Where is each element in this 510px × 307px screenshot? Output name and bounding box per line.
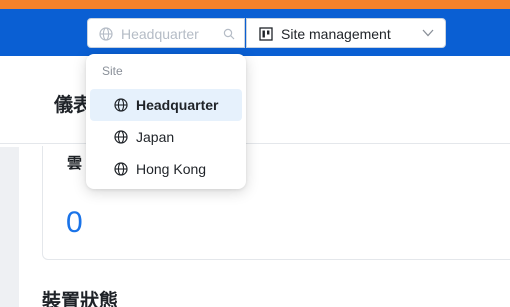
board-icon — [259, 27, 273, 41]
chevron-down-icon — [422, 29, 434, 37]
site-option-hong-kong[interactable]: Hong Kong — [90, 153, 242, 185]
stat-card-title: 雲 — [67, 155, 83, 172]
site-option-label: Japan — [136, 129, 175, 145]
site-option-label: Headquarter — [136, 97, 219, 113]
site-selector-placeholder: Headquarter — [121, 26, 199, 42]
dropdown-group-label: Site — [102, 64, 123, 78]
stat-card-value: 0 — [66, 206, 83, 239]
header-divider — [0, 143, 510, 144]
site-dropdown-menu: Site Headquarter Japan Hong Kong — [86, 54, 246, 189]
globe-icon — [99, 27, 113, 41]
site-option-label: Hong Kong — [136, 161, 207, 177]
site-selector[interactable]: Headquarter — [87, 18, 245, 48]
module-selector[interactable]: Site management — [246, 18, 446, 48]
module-selector-label: Site management — [281, 26, 391, 42]
globe-icon — [114, 98, 128, 112]
left-rail — [0, 147, 19, 307]
search-icon — [223, 28, 235, 40]
site-option-japan[interactable]: Japan — [90, 121, 242, 153]
globe-icon — [114, 162, 128, 176]
section-title-device-status: 裝置狀態 — [42, 291, 119, 307]
top-accent-stripe — [0, 0, 510, 9]
site-option-headquarter[interactable]: Headquarter — [90, 89, 242, 121]
globe-icon — [114, 130, 128, 144]
